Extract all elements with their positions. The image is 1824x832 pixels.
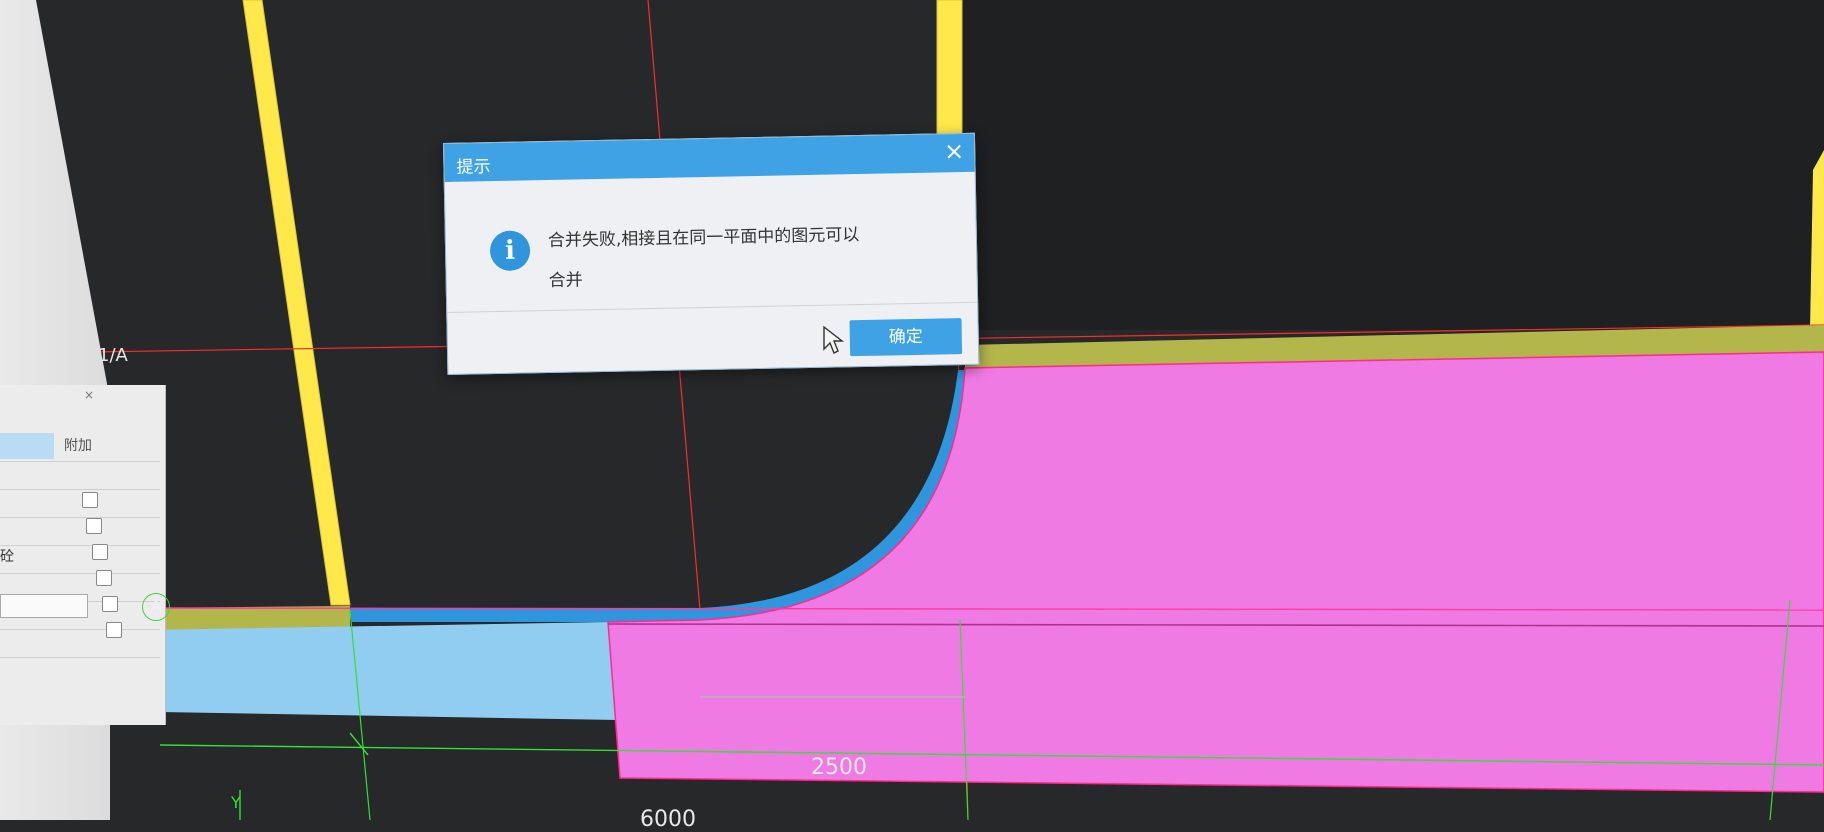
coord-axis-y-label: Y: [231, 793, 241, 812]
grid-label-1a: 1/A: [98, 345, 128, 366]
property-checkbox[interactable]: [102, 596, 118, 612]
info-icon: i: [489, 230, 531, 272]
slab-blue: [145, 622, 618, 720]
property-row-divider: [0, 517, 160, 518]
dialog-divider: [447, 301, 978, 313]
property-row-divider: [0, 545, 160, 546]
dimension-2500: 2500: [811, 755, 867, 780]
property-checkbox[interactable]: [92, 544, 108, 560]
property-input[interactable]: [0, 594, 88, 618]
ok-button[interactable]: 确定: [849, 318, 963, 357]
property-checkbox[interactable]: [106, 622, 122, 638]
property-row-text: 砼: [0, 549, 14, 565]
dialog-message-line2: 合并: [548, 270, 583, 291]
alert-dialog: 提示 × i 合并失败,相接且在同一平面中的图元可以 合并 确定: [443, 132, 980, 375]
dialog-message-line1: 合并失败,相接且在同一平面中的图元可以: [547, 225, 860, 252]
property-panel-close-icon[interactable]: ×: [84, 388, 94, 402]
property-row-divider: [0, 657, 160, 658]
property-panel: × 附加 砼: [0, 385, 166, 725]
cad-drawing-canvas[interactable]: [0, 0, 1824, 820]
property-checkbox[interactable]: [82, 492, 98, 508]
property-row-divider: [0, 461, 160, 462]
property-row-divider: [0, 489, 160, 490]
property-row-divider: [0, 573, 160, 574]
dialog-title: 提示: [456, 157, 491, 178]
property-header-cell: [0, 433, 54, 459]
dialog-titlebar[interactable]: 提示 ×: [444, 133, 975, 182]
mouse-cursor-icon: [823, 325, 844, 354]
property-row-divider: [0, 629, 160, 630]
property-checkbox[interactable]: [86, 518, 102, 534]
close-icon[interactable]: ×: [944, 137, 965, 165]
property-checkbox[interactable]: [96, 570, 112, 586]
property-header-extra: 附加: [64, 438, 92, 454]
grid-bubble-a: A: [142, 593, 170, 621]
